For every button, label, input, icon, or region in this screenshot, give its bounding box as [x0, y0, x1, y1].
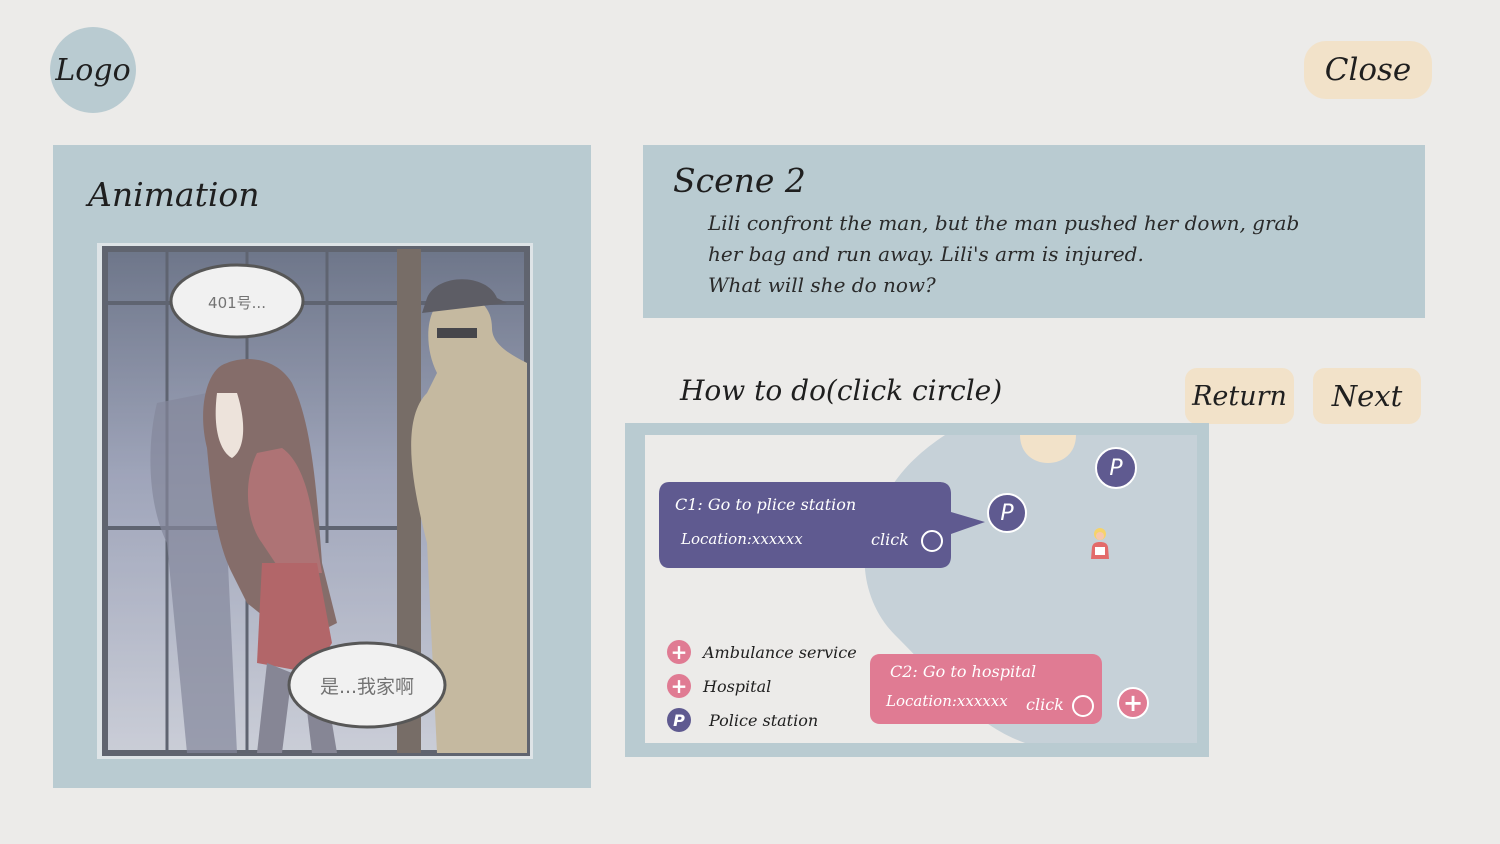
police-station-pin: P — [987, 493, 1027, 533]
legend-item-police: P Police station — [667, 703, 857, 737]
police-icon: P — [667, 708, 691, 732]
choice-1-click-circle[interactable] — [921, 530, 943, 552]
choice-2-location: Location:xxxxxx — [886, 692, 1008, 710]
choice-2-click-circle[interactable] — [1072, 695, 1094, 717]
scene-line-1: Lili confront the man, but the man pushe… — [708, 211, 1300, 235]
choice-1-title: C1: Go to plice station — [675, 495, 857, 514]
legend-item-hospital: + Hospital — [667, 669, 857, 703]
scene-title: Scene 2 — [673, 161, 806, 200]
police-station-pin-2: P — [1095, 447, 1137, 489]
scene-line-3: What will she do now? — [708, 273, 936, 297]
comic-illustration: 401号... 是...我家啊 — [97, 243, 533, 759]
hospital-pin: + — [1117, 687, 1149, 719]
hospital-icon: + — [667, 674, 691, 698]
legend-label-police: Police station — [709, 710, 819, 730]
map-legend: + Ambulance service + Hospital P Police … — [667, 635, 857, 737]
ambulance-icon: + — [667, 640, 691, 664]
next-button[interactable]: Next — [1313, 368, 1421, 424]
animation-title: Animation — [88, 175, 260, 214]
map-panel: C1: Go to plice station Location:xxxxxx … — [625, 423, 1209, 757]
legend-label-ambulance: Ambulance service — [703, 642, 857, 662]
person-icon — [1091, 528, 1109, 559]
choice-1-location: Location:xxxxxx — [681, 530, 803, 548]
map-area: C1: Go to plice station Location:xxxxxx … — [645, 435, 1197, 743]
scene-line-2: her bag and run away. Lili's arm is inju… — [708, 242, 1144, 266]
howto-title: How to do(click circle) — [680, 374, 1003, 407]
animation-comic-image: 401号... 是...我家啊 — [97, 243, 533, 759]
choice-2-card: C2: Go to hospital Location:xxxxxx click — [870, 654, 1102, 724]
scene-description: Lili confront the man, but the man pushe… — [708, 208, 1408, 301]
choice-1-card: C1: Go to plice station Location:xxxxxx … — [659, 482, 985, 568]
return-button[interactable]: Return — [1185, 368, 1294, 424]
scene-panel: Scene 2 Lili confront the man, but the m… — [643, 145, 1425, 318]
legend-label-hospital: Hospital — [703, 676, 772, 696]
close-button[interactable]: Close — [1304, 41, 1432, 99]
animation-panel: Animation 401号... 是...我家啊 — [53, 145, 591, 788]
legend-item-ambulance: + Ambulance service — [667, 635, 857, 669]
choice-2-click-label: click — [1026, 695, 1064, 714]
choice-1-click-label: click — [871, 530, 909, 549]
logo: Logo — [50, 27, 136, 113]
choice-2-title: C2: Go to hospital — [890, 662, 1037, 681]
